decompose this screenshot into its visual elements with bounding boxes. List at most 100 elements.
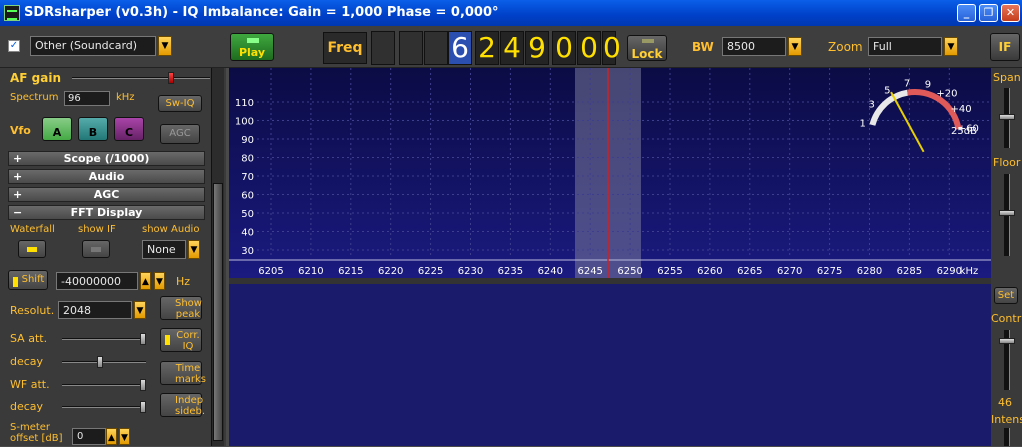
freq-digit[interactable]: 0 [577, 31, 601, 65]
smeter-scale-label: +20 [936, 88, 957, 99]
vfo-label: Vfo [10, 124, 31, 137]
floor-slider-thumb[interactable] [999, 210, 1015, 216]
spectrum-display[interactable]: 110 100 90 80 70 60 50 40 30 6205 6210 6215 6220 6225… [229, 68, 991, 278]
left-panel-scrollbar[interactable] [211, 68, 224, 446]
x-tick-label: 6260 [697, 266, 722, 277]
spectrum-label: Spectrum [10, 92, 59, 103]
smeter-offset-down-arrow[interactable]: ▼ [119, 428, 130, 445]
sa-att-slider[interactable] [62, 333, 146, 345]
bw-dropdown-arrow[interactable]: ▼ [788, 37, 802, 56]
freq-digit[interactable]: 6 [448, 31, 472, 65]
zoom-dropdown-arrow[interactable]: ▼ [944, 37, 958, 56]
smeter-offset-input[interactable]: 0 [72, 428, 106, 445]
vfo-a-button[interactable]: A [42, 117, 72, 141]
source-select[interactable]: Other (Soundcard) [30, 36, 156, 56]
smeter-scale-label: 1 [860, 119, 866, 130]
sa-att-label: SA att. [10, 332, 48, 345]
resolution-dropdown-arrow[interactable]: ▼ [134, 301, 146, 319]
shift-up-arrow[interactable]: ▲ [140, 272, 151, 290]
x-tick-label: 6240 [538, 266, 563, 277]
freq-digit-blank[interactable] [371, 31, 395, 65]
spectrum-plot: 110 100 90 80 70 60 50 40 30 6205 6210 6215 6220 6225… [229, 68, 991, 278]
x-tick-label: 6210 [298, 266, 323, 277]
af-gain-label: AF gain [10, 71, 62, 85]
shift-button[interactable]: Shift [8, 270, 48, 290]
y-tick-label: 110 [235, 98, 254, 109]
spectrum-input[interactable]: 96 [64, 91, 110, 106]
x-tick-label: 6275 [817, 266, 842, 277]
section-fft-display[interactable]: − FFT Display [8, 205, 205, 220]
minimize-button[interactable]: _ [957, 4, 976, 22]
restore-button[interactable]: ❐ [979, 4, 998, 22]
y-tick-label: 80 [241, 154, 254, 165]
smeter-scale-label: 9 [925, 80, 931, 91]
show-audio-dropdown-arrow[interactable]: ▼ [188, 240, 200, 259]
play-led-icon [247, 38, 259, 43]
smeter-scale-label: +40 [951, 104, 972, 115]
waterfall-toggle[interactable] [18, 240, 46, 258]
set-button[interactable]: Set [994, 287, 1018, 304]
lock-button[interactable]: Lock [627, 35, 667, 61]
title-bar: SDRsharper (v0.3h) - IQ Imbalance: Gain … [0, 0, 1022, 26]
if-button[interactable]: IF [990, 33, 1020, 61]
close-button[interactable]: ✕ [1001, 4, 1020, 22]
lock-label: Lock [631, 47, 663, 61]
y-tick-label: 100 [235, 117, 254, 128]
vfo-c-button[interactable]: C [114, 117, 144, 141]
freq-digit[interactable]: 0 [602, 31, 621, 65]
smeter-offset-label: S-meter [10, 422, 51, 433]
smeter-scale-label: 5 [884, 86, 890, 97]
intens-label: Intens [991, 413, 1022, 426]
time-marks-button[interactable]: Time marks [160, 361, 206, 385]
smeter-offset-up-arrow[interactable]: ▲ [106, 428, 117, 445]
show-peak-button[interactable]: Show peak [160, 296, 202, 320]
freq-digit-blank[interactable] [424, 31, 448, 65]
agc-button[interactable]: AGC [160, 124, 200, 144]
freq-digit[interactable]: 2 [475, 31, 499, 65]
sw-iq-button[interactable]: Sw-IQ [158, 95, 202, 112]
x-tick-label: 6245 [577, 266, 602, 277]
intensity-slider-track[interactable] [1004, 428, 1010, 446]
corr-iq-button[interactable]: Corr. IQ [160, 328, 202, 352]
freq-digit[interactable]: 4 [500, 31, 524, 65]
x-tick-label: 6215 [338, 266, 363, 277]
bw-select[interactable]: 8500 [722, 37, 786, 56]
smeter-needle [890, 91, 925, 153]
source-checkbox[interactable]: ✓ [8, 40, 20, 52]
waterfall-display[interactable] [229, 284, 991, 446]
scrollbar-thumb[interactable] [213, 183, 223, 441]
x-tick-label: 6250 [617, 266, 642, 277]
section-scope[interactable]: + Scope (/1000) [8, 151, 205, 166]
play-label: Play [238, 46, 266, 59]
vfo-b-button[interactable]: B [78, 117, 108, 141]
smeter-reading: 25dB [951, 126, 977, 137]
section-agc[interactable]: + AGC [8, 187, 205, 202]
x-tick-label: 6280 [857, 266, 882, 277]
freq-digit[interactable]: 0 [552, 31, 576, 65]
x-tick-label: 6205 [258, 266, 283, 277]
smeter-scale-label: 7 [904, 79, 910, 90]
freq-digit[interactable]: 9 [525, 31, 549, 65]
decay-slider[interactable] [62, 356, 146, 368]
x-tick-label: 6235 [498, 266, 523, 277]
lock-led-icon [642, 39, 654, 43]
wf-decay-slider[interactable] [62, 401, 146, 413]
y-tick-label: 50 [241, 209, 254, 220]
y-tick-label: 90 [241, 135, 254, 146]
span-slider-thumb[interactable] [999, 114, 1015, 120]
shift-down-arrow[interactable]: ▼ [154, 272, 165, 290]
section-audio[interactable]: + Audio [8, 169, 205, 184]
play-button[interactable]: Play [230, 33, 274, 61]
freq-digit-blank[interactable] [399, 31, 423, 65]
resolution-select[interactable]: 2048 [58, 301, 132, 319]
contrast-slider-thumb[interactable] [999, 338, 1015, 344]
indep-sideb-button[interactable]: Indep sideb. [160, 393, 205, 417]
intensity-value: 46 [998, 396, 1012, 409]
show-if-toggle[interactable] [82, 240, 110, 258]
shift-input[interactable]: -40000000 [56, 272, 138, 290]
wf-att-slider[interactable] [62, 379, 146, 391]
zoom-select[interactable]: Full [868, 37, 942, 56]
af-gain-slider[interactable] [72, 72, 210, 84]
source-dropdown-arrow[interactable]: ▼ [158, 36, 172, 56]
show-audio-select[interactable]: None [142, 240, 186, 259]
